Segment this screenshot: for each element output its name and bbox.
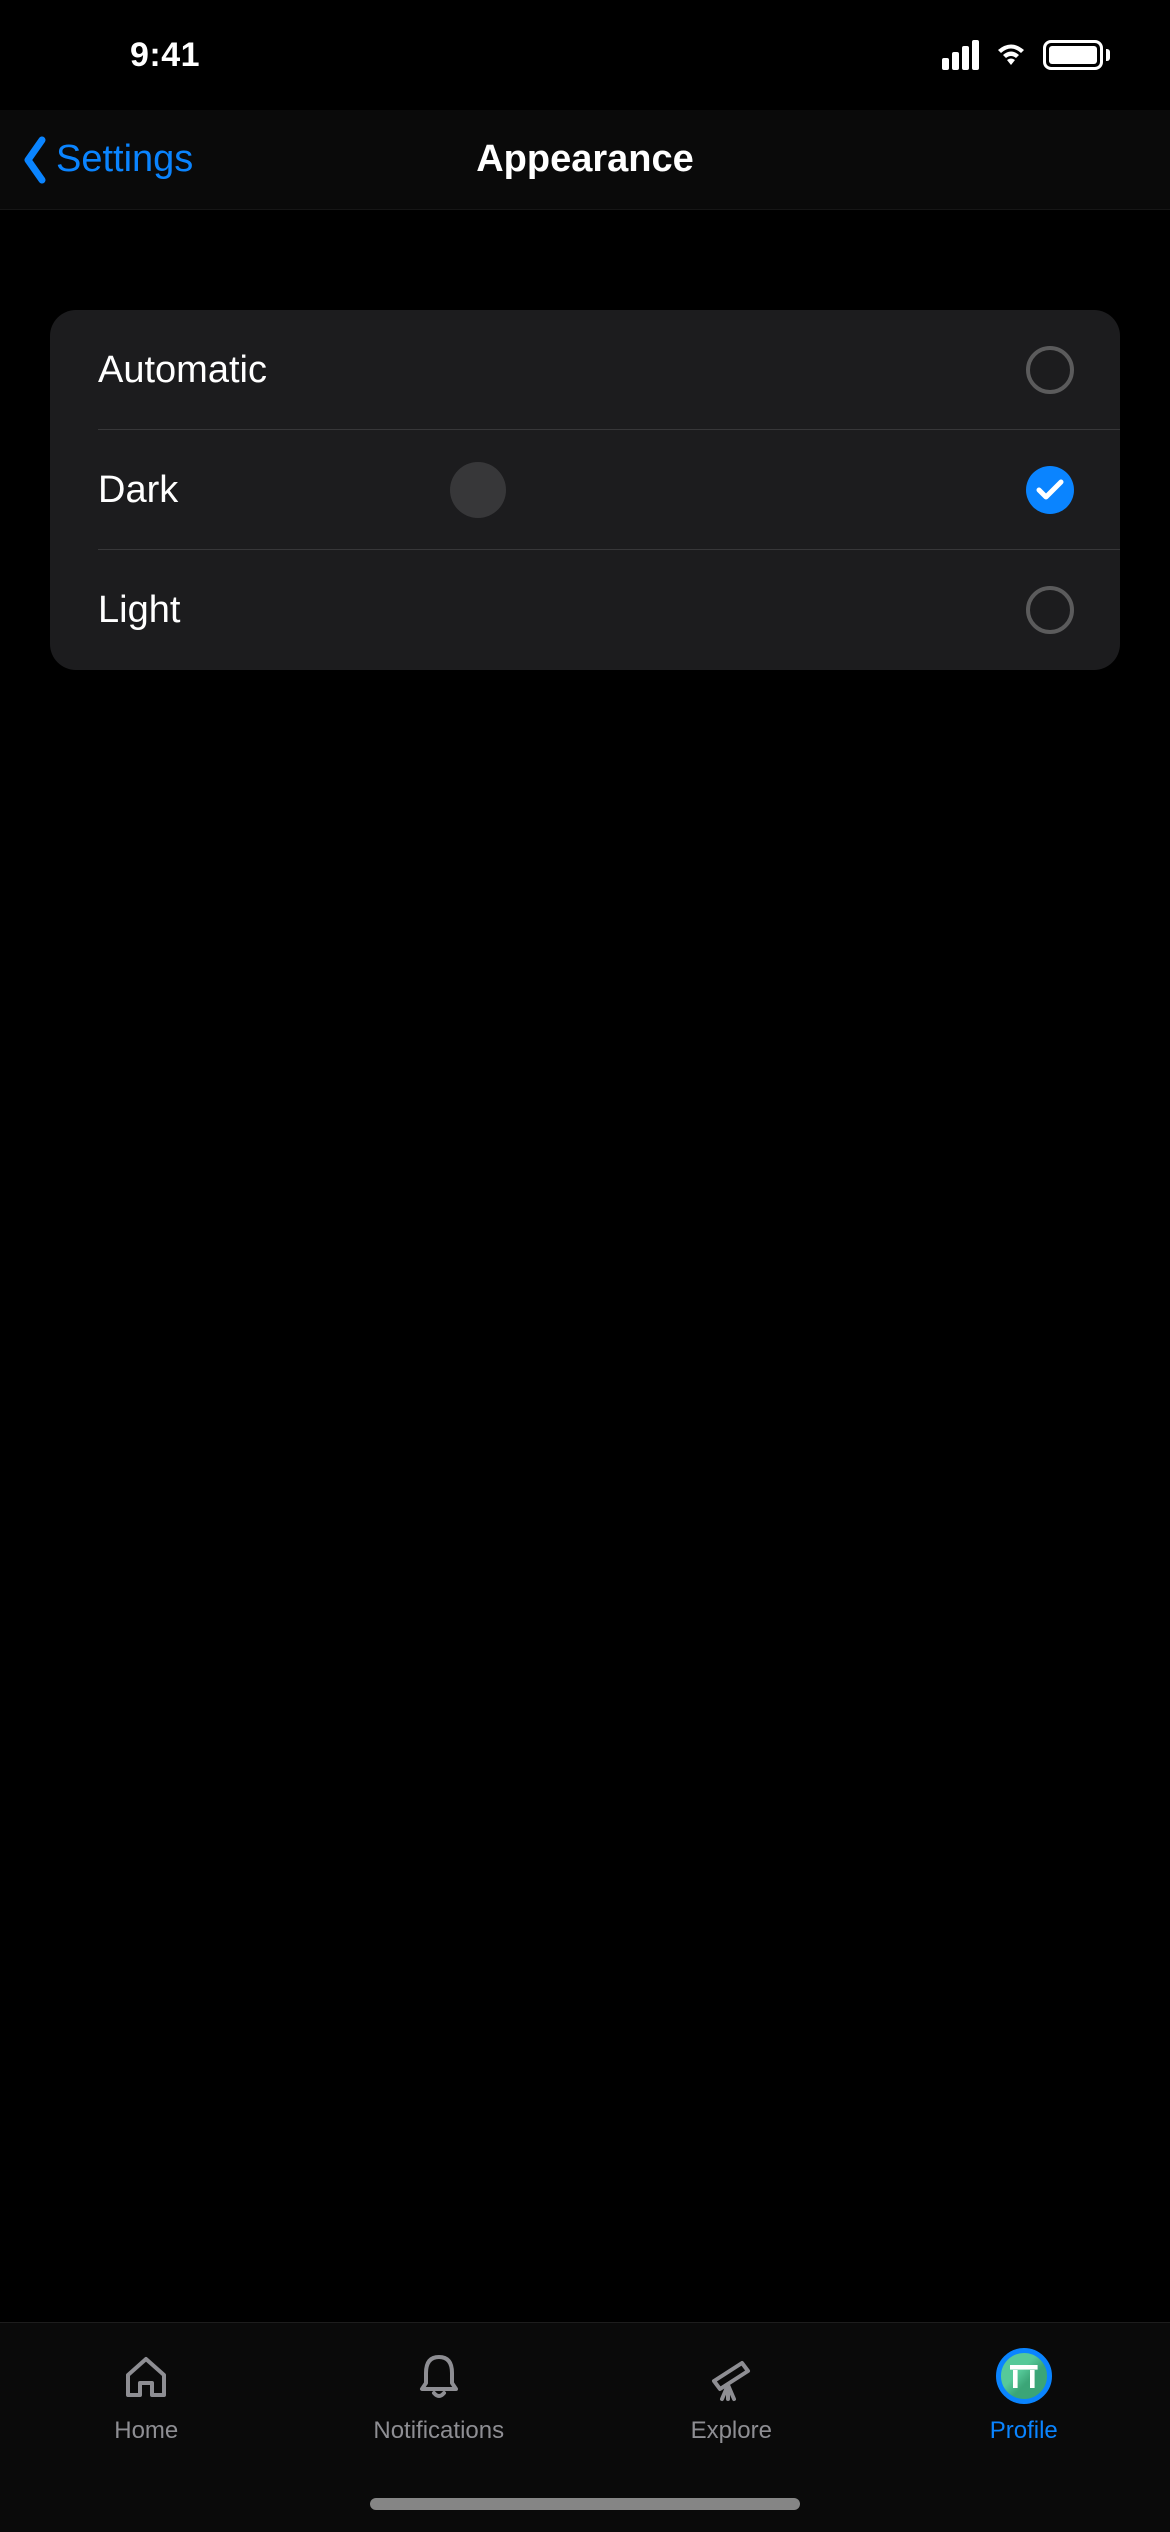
option-label: Light (98, 589, 180, 632)
tab-label: Home (114, 2417, 178, 2445)
option-label: Dark (98, 469, 178, 512)
option-automatic[interactable]: Automatic (50, 310, 1120, 430)
tab-label: Notifications (373, 2417, 504, 2445)
tab-profile[interactable]: Profile (878, 2347, 1170, 2445)
status-indicators (942, 40, 1110, 70)
tab-label: Explore (691, 2417, 772, 2445)
tab-notifications[interactable]: Notifications (293, 2347, 586, 2445)
option-label: Automatic (98, 349, 267, 392)
checkmark-icon (1035, 478, 1065, 502)
wifi-icon (993, 41, 1029, 69)
status-time: 9:41 (130, 36, 200, 75)
home-icon (117, 2347, 175, 2405)
option-light[interactable]: Light (50, 550, 1120, 670)
bell-icon (410, 2347, 468, 2405)
navigation-bar: Settings Appearance (0, 110, 1170, 210)
avatar (996, 2348, 1052, 2404)
tab-explore[interactable]: Explore (585, 2347, 878, 2445)
battery-icon (1043, 40, 1110, 70)
back-button[interactable]: Settings (20, 136, 193, 184)
tab-label: Profile (990, 2417, 1058, 2445)
radio-selected-icon (1026, 466, 1074, 514)
touch-ripple (450, 462, 506, 518)
radio-unselected-icon (1026, 586, 1074, 634)
chevron-left-icon (20, 136, 50, 184)
cellular-icon (942, 40, 979, 70)
appearance-options-list: Automatic Dark Light (50, 310, 1120, 670)
page-title: Appearance (476, 138, 694, 181)
home-indicator[interactable] (370, 2498, 800, 2510)
content: Automatic Dark Light (0, 210, 1170, 670)
radio-unselected-icon (1026, 346, 1074, 394)
avatar-icon (995, 2347, 1053, 2405)
back-label: Settings (56, 138, 193, 181)
status-bar: 9:41 (0, 0, 1170, 110)
telescope-icon (702, 2347, 760, 2405)
tab-home[interactable]: Home (0, 2347, 293, 2445)
option-dark[interactable]: Dark (50, 430, 1120, 550)
